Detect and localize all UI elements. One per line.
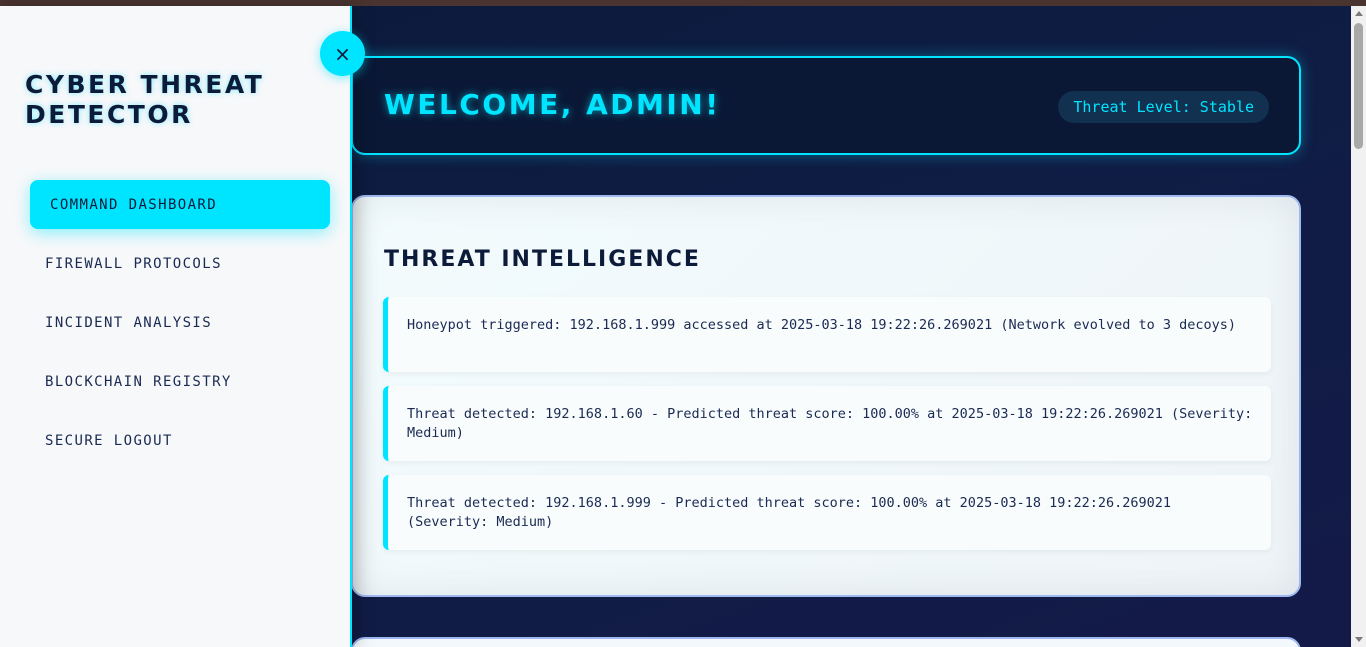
- vertical-scrollbar[interactable]: [1351, 6, 1366, 647]
- scrollbar-thumb[interactable]: [1354, 23, 1363, 149]
- alert-item: Threat detected: 192.168.1.999 - Predict…: [383, 475, 1271, 550]
- sidebar-item-firewall-protocols[interactable]: FIREWALL PROTOCOLS: [30, 239, 330, 288]
- sidebar-nav: COMMAND DASHBOARD FIREWALL PROTOCOLS INC…: [30, 180, 330, 475]
- close-sidebar-button[interactable]: ×: [320, 31, 365, 76]
- sidebar-item-blockchain-registry[interactable]: BLOCKCHAIN REGISTRY: [30, 357, 330, 406]
- sidebar: CYBER THREAT DETECTOR COMMAND DASHBOARD …: [0, 6, 352, 647]
- threat-intelligence-card: THREAT INTELLIGENCE Honeypot triggered: …: [351, 195, 1301, 597]
- scroll-down-arrow-icon[interactable]: [1355, 637, 1363, 642]
- sidebar-item-secure-logout[interactable]: SECURE LOGOUT: [30, 416, 330, 465]
- scroll-up-arrow-icon[interactable]: [1355, 11, 1363, 16]
- welcome-title: WELCOME, ADMIN!: [384, 88, 721, 121]
- sidebar-item-command-dashboard[interactable]: COMMAND DASHBOARD: [30, 180, 330, 229]
- welcome-header: WELCOME, ADMIN! Threat Level: Stable: [351, 56, 1301, 155]
- threat-level-badge: Threat Level: Stable: [1058, 91, 1269, 123]
- threat-intelligence-title: THREAT INTELLIGENCE: [384, 247, 701, 272]
- brand-title: CYBER THREAT DETECTOR: [25, 70, 265, 129]
- alert-item: Honeypot triggered: 192.168.1.999 access…: [383, 297, 1271, 372]
- alert-list: Honeypot triggered: 192.168.1.999 access…: [383, 297, 1271, 564]
- close-icon: ×: [334, 41, 351, 66]
- alert-item: Threat detected: 192.168.1.60 - Predicte…: [383, 386, 1271, 461]
- next-section-card: [351, 637, 1301, 647]
- sidebar-item-incident-analysis[interactable]: INCIDENT ANALYSIS: [30, 298, 330, 347]
